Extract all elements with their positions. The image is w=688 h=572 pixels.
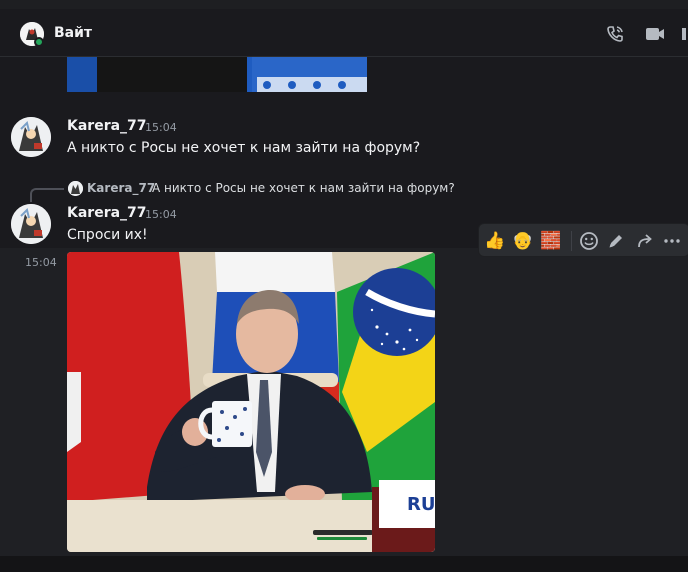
window-top-strip (0, 0, 688, 9)
reply-connector-line (30, 188, 64, 202)
previous-image-attachment[interactable] (67, 57, 367, 92)
reply-text[interactable]: А никто с Росы не хочет к нам зайти на ф… (152, 181, 455, 195)
forward-icon[interactable] (633, 229, 657, 253)
reply-avatar (68, 181, 83, 196)
reply-reference[interactable]: Karera_77 А никто с Росы не хочет к нам … (30, 180, 455, 202)
message-timestamp: 15:04 (145, 121, 177, 134)
message-input-area-edge (0, 556, 688, 572)
message-timestamp: 15:04 (145, 208, 177, 221)
message-avatar[interactable] (11, 117, 51, 157)
online-status-icon (34, 37, 44, 47)
video-call-icon[interactable] (644, 23, 666, 45)
attachment-side-timestamp: 15:04 (25, 256, 57, 269)
reaction-bricks-button[interactable]: 🧱 (539, 229, 563, 253)
message-author[interactable]: Karera_77 (67, 118, 147, 134)
message-author[interactable]: Karera_77 (67, 205, 147, 221)
reply-author[interactable]: Karera_77 (87, 181, 155, 195)
more-icon[interactable] (660, 229, 684, 253)
channel-header: Вайт (0, 9, 688, 57)
reaction-older-man-button[interactable]: 👴 (511, 229, 535, 253)
image-attachment[interactable]: RU (67, 252, 435, 552)
message-action-toolbar: 👍 👴 🧱 (478, 223, 688, 257)
reaction-thumbs-up-button[interactable]: 👍 (483, 229, 507, 253)
pin-icon[interactable] (680, 23, 688, 45)
nameplate-text: RU (407, 494, 435, 515)
channel-name[interactable]: Вайт (54, 25, 92, 41)
toolbar-divider (571, 231, 572, 251)
message-avatar[interactable] (11, 204, 51, 244)
add-reaction-icon[interactable] (577, 229, 601, 253)
edit-icon[interactable] (604, 229, 628, 253)
message-text: Спроси их! (67, 227, 148, 243)
message-text: А никто с Росы не хочет к нам зайти на ф… (67, 140, 421, 156)
phone-call-icon[interactable] (604, 23, 626, 45)
